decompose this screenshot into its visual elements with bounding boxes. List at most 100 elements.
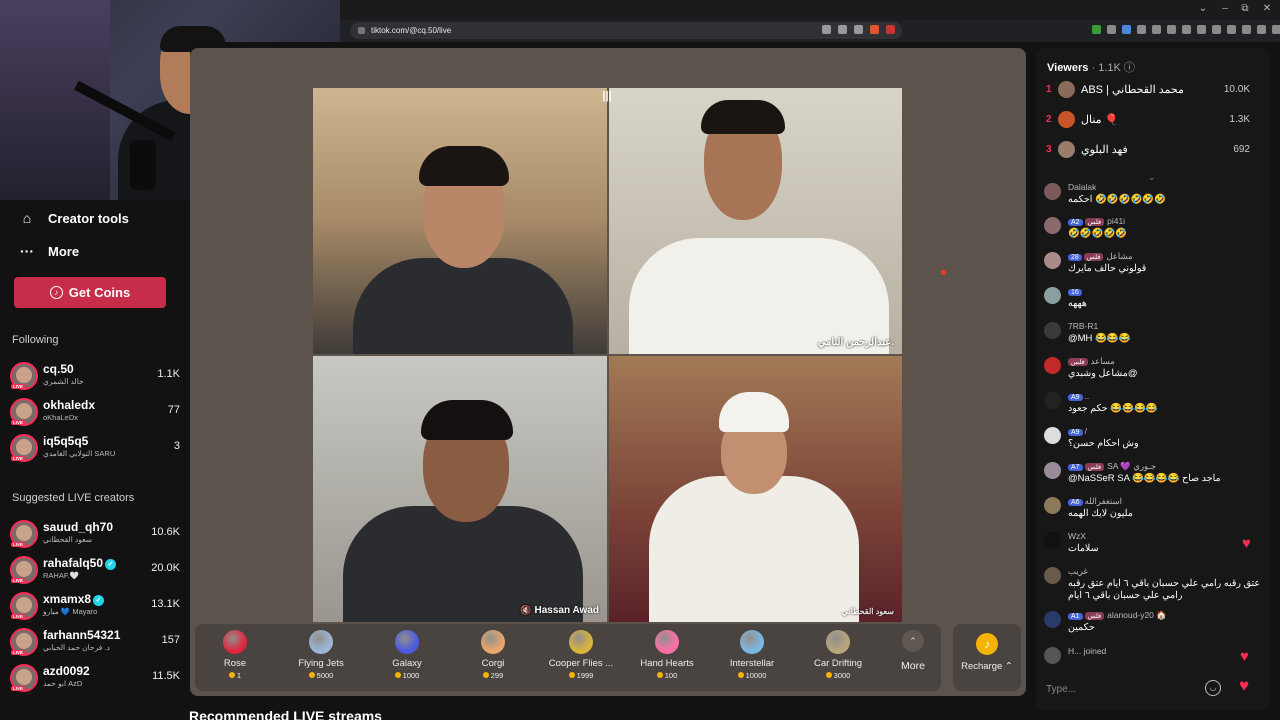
video-tile[interactable]: 🔇 Hassan Awad	[313, 356, 607, 622]
gift-corgi[interactable]: Corgi 299	[453, 628, 533, 688]
chevron-down-icon[interactable]: ⌄	[1148, 172, 1156, 183]
chat-username[interactable]: A9..	[1068, 391, 1089, 401]
info-icon[interactable]: ⓘ	[1124, 62, 1135, 74]
suggested-creator[interactable]: LIVE farhann54321 د. فرحان حمد الحبابي 1…	[10, 626, 180, 660]
extension-icon[interactable]	[1107, 25, 1116, 34]
chat-username[interactable]: WzX	[1068, 531, 1086, 541]
avatar[interactable]	[1044, 532, 1061, 549]
gift-flying-jets[interactable]: Flying Jets 5000	[281, 628, 361, 688]
avatar[interactable]	[1044, 217, 1061, 234]
tab-search-icon[interactable]: ⌄	[1196, 3, 1210, 14]
following-creator[interactable]: LIVE cq.50 خالد الشمري 1.1K	[10, 360, 180, 394]
avatar[interactable]	[1044, 462, 1061, 479]
chat-input[interactable]	[1046, 678, 1201, 700]
url-text[interactable]: tiktok.com/@cq.50/live	[371, 26, 451, 35]
username-text: WzX	[1068, 531, 1086, 541]
extension-icon[interactable]	[1182, 25, 1191, 34]
more-link[interactable]: ··· More	[18, 242, 79, 260]
chat-username[interactable]: غريب	[1068, 566, 1088, 577]
following-creator[interactable]: LIVE okhaledx oKhaLeDx 77	[10, 396, 180, 430]
sidebar-icon[interactable]	[1227, 25, 1236, 34]
avatar[interactable]	[1044, 392, 1061, 409]
extension-icon[interactable]	[1152, 25, 1161, 34]
avatar[interactable]	[1044, 252, 1061, 269]
video-tile[interactable]: عبدالرحمن النامي.	[609, 88, 902, 354]
suggested-creator[interactable]: LIVE sauud_qh70 سعود القحطاني 10.6K	[10, 518, 180, 552]
chat-username[interactable]: A6 استغفرالله	[1068, 496, 1122, 507]
avatar[interactable]	[1044, 427, 1061, 444]
brave-shield-icon[interactable]	[870, 25, 879, 34]
chat-username[interactable]: 7RB-R1	[1068, 321, 1098, 331]
share-icon[interactable]	[854, 25, 863, 34]
gift-rose[interactable]: Rose 1	[195, 628, 275, 688]
suggested-creator[interactable]: LIVE azd0092 ابو حمد AzD 11.5K	[10, 662, 180, 696]
galaxy-icon	[395, 630, 419, 654]
suggested-heading: Suggested LIVE creators	[12, 492, 135, 504]
heart-icon: ♥	[1240, 648, 1249, 665]
gift-galaxy[interactable]: Galaxy 1000	[367, 628, 447, 688]
extension-icon[interactable]	[1122, 25, 1131, 34]
chat-text: 🤣🤣🤣🤣🤣	[1068, 228, 1128, 239]
restore-icon[interactable]: ⧉	[1238, 3, 1252, 14]
username-text: pi41i	[1107, 216, 1126, 226]
video-tile[interactable]	[313, 88, 607, 354]
like-heart-icon[interactable]: ♥	[1239, 676, 1249, 696]
site-info-icon[interactable]	[358, 27, 365, 34]
gift-hand-hearts[interactable]: Hand Hearts 100	[627, 628, 707, 688]
following-creator[interactable]: LIVE iq5q5q5 التولابي الغامدي SARU 3	[10, 432, 180, 466]
chat-username[interactable]: 16	[1068, 286, 1084, 296]
close-icon[interactable]: ✕	[1260, 3, 1274, 14]
chat-username[interactable]: A1 فلس alanoud-y20 🏠	[1068, 610, 1167, 621]
minimize-icon[interactable]: –	[1218, 3, 1232, 14]
chat-username[interactable]: H... joined	[1068, 646, 1106, 656]
extension-icon[interactable]	[1092, 25, 1101, 34]
suggested-creator[interactable]: LIVE rahafalq50 ✓ RAHAF.🤍 20.0K	[10, 554, 180, 588]
reader-icon[interactable]	[822, 25, 831, 34]
rewards-icon[interactable]	[886, 25, 895, 34]
audio-bars-icon[interactable]: |||	[599, 90, 615, 106]
emoji-icon[interactable]: ◡	[1205, 680, 1221, 696]
creator-tools-link[interactable]: ⌂ Creator tools	[18, 209, 129, 227]
chat-username[interactable]: 28 فلس مشاعل	[1068, 251, 1133, 262]
top-viewer[interactable]: 3 فهد البلوي 692	[1036, 139, 1270, 161]
chat-username[interactable]: A9/	[1068, 426, 1087, 436]
media-icon[interactable]	[1212, 25, 1221, 34]
get-coins-button[interactable]: ♪ Get Coins	[14, 277, 166, 308]
suggested-creator[interactable]: LIVE xmamx8 ✓ ميارو 💙 Mayaro 13.1K	[10, 590, 180, 624]
extension-icon[interactable]	[1167, 25, 1176, 34]
chat-username[interactable]: A7 فلس SA 💜 جـوري	[1068, 461, 1156, 472]
avatar[interactable]	[1044, 647, 1061, 664]
extensions-icon[interactable]	[1242, 25, 1251, 34]
chat-username[interactable]: Dalalak	[1068, 182, 1096, 192]
gift-car-drifting[interactable]: Car Drifting 3000	[798, 628, 878, 688]
avatar[interactable]	[1044, 611, 1061, 628]
avatar	[1058, 81, 1075, 98]
level-badge: A7	[1068, 464, 1083, 471]
wallet-icon[interactable]	[1257, 25, 1266, 34]
viewers-header[interactable]: Viewers · 1.1K ⓘ	[1047, 59, 1135, 75]
chat-username[interactable]: A2 فلس pi41i	[1068, 216, 1125, 226]
gift-price: 100	[627, 671, 707, 680]
avatar[interactable]	[1044, 567, 1061, 584]
vpn-icon[interactable]	[1272, 25, 1280, 34]
top-viewer[interactable]: 1 ABS | محمد القحطاني 10.0K	[1036, 79, 1270, 101]
avatar[interactable]	[1044, 497, 1061, 514]
gift-cooper-flies[interactable]: Cooper Flies ... 1999	[541, 628, 621, 688]
extension-icon[interactable]	[1197, 25, 1206, 34]
more-gifts-button[interactable]: ⌃ More	[893, 630, 933, 685]
avatar[interactable]	[1044, 287, 1061, 304]
avatar[interactable]	[1044, 322, 1061, 339]
gift-interstellar[interactable]: Interstellar 10000	[712, 628, 792, 688]
zoom-icon[interactable]	[838, 25, 847, 34]
video-tile[interactable]: سعود القحطاني	[609, 356, 902, 622]
rank: 1	[1046, 84, 1052, 95]
rose-icon	[223, 630, 247, 654]
top-viewer[interactable]: 2 منال 🎈 1.3K	[1036, 109, 1270, 131]
extension-icon[interactable]	[1137, 25, 1146, 34]
chat-username[interactable]: فلس مساعد	[1068, 356, 1115, 367]
avatar[interactable]	[1044, 183, 1061, 200]
guest-hair	[419, 146, 509, 186]
recharge-button[interactable]: ♪ Recharge ⌃	[953, 624, 1021, 691]
avatar[interactable]	[1044, 357, 1061, 374]
address-bar[interactable]: tiktok.com/@cq.50/live	[350, 22, 902, 39]
